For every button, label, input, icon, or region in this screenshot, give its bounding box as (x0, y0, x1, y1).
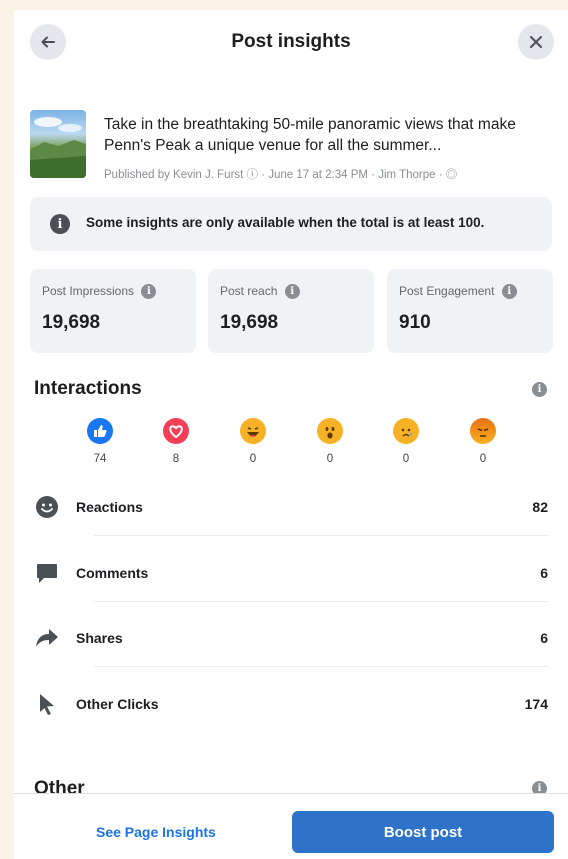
reaction-love: 8 (161, 418, 191, 465)
wow-icon (317, 418, 343, 444)
stat-post-impressions[interactable]: Post Impressions i 19,698 (30, 269, 196, 353)
see-page-insights-button[interactable]: See Page Insights (96, 824, 216, 840)
reaction-count: 0 (479, 453, 487, 465)
info-icon[interactable]: i (141, 284, 157, 300)
reaction-wow: 0 (315, 418, 345, 465)
post-preview[interactable]: Take in the breathtaking 50-mile panoram… (30, 110, 550, 186)
row-shares[interactable]: Shares 6 (34, 607, 548, 667)
love-icon (163, 418, 189, 444)
post-thumbnail (30, 110, 86, 178)
row-label: Comments (76, 565, 149, 581)
sad-icon (393, 418, 419, 444)
row-reactions[interactable]: Reactions 82 (34, 476, 548, 536)
row-comments[interactable]: Comments 6 (34, 542, 548, 602)
notice-text: Some insights are only available when th… (86, 215, 485, 230)
reaction-count: 0 (249, 453, 257, 465)
info-icon[interactable]: i (284, 284, 300, 300)
row-value: 174 (524, 696, 548, 712)
reaction-sad: 0 (391, 418, 421, 465)
post-meta: Published by Kevin J. Furst ⓘ · June 17 … (104, 169, 458, 181)
angry-icon (470, 418, 496, 444)
reaction-count: 0 (326, 453, 334, 465)
interactions-title: Interactions (34, 378, 142, 399)
stat-post-reach[interactable]: Post reach i 19,698 (208, 269, 374, 353)
info-icon[interactable]: i (532, 382, 547, 397)
row-label: Shares (76, 630, 123, 646)
row-other-clicks[interactable]: Other Clicks 174 (34, 673, 548, 733)
header: Post insights (14, 10, 568, 74)
post-insights-panel: Post insights Take in the breathtaking 5… (14, 10, 568, 859)
cursor-icon (34, 691, 60, 717)
info-icon: i (50, 214, 70, 234)
close-button[interactable] (518, 24, 554, 60)
stat-label: Post Engagement (399, 284, 495, 298)
stat-value: 19,698 (220, 312, 279, 333)
footer-bar: See Page Insights Boost post (14, 793, 568, 859)
stat-value: 910 (399, 312, 431, 333)
page-title: Post insights (231, 31, 351, 52)
reaction-count: 0 (402, 453, 410, 465)
reaction-angry: 0 (468, 418, 498, 465)
reaction-count: 74 (93, 453, 107, 465)
share-icon (34, 625, 60, 651)
reaction-count: 8 (172, 453, 180, 465)
divider (94, 666, 548, 667)
post-text: Take in the breathtaking 50-mile panoram… (104, 116, 516, 154)
close-icon (530, 36, 542, 48)
row-value: 82 (532, 499, 548, 515)
stat-value: 19,698 (42, 312, 101, 333)
row-value: 6 (540, 565, 548, 581)
row-label: Reactions (76, 499, 143, 515)
stat-post-engagement[interactable]: Post Engagement i 910 (387, 269, 553, 353)
row-value: 6 (540, 630, 548, 646)
like-icon (87, 418, 113, 444)
stat-label: Post reach (220, 284, 278, 298)
reaction-haha: 0 (238, 418, 268, 465)
smiley-icon (34, 494, 60, 520)
divider (94, 601, 548, 602)
info-icon[interactable]: i (501, 284, 517, 300)
haha-icon (240, 418, 266, 444)
row-label: Other Clicks (76, 696, 159, 712)
stat-label: Post Impressions (42, 284, 135, 298)
comment-icon (34, 560, 60, 586)
boost-post-button[interactable]: Boost post (292, 811, 554, 853)
divider (94, 535, 548, 536)
reaction-like: 74 (85, 418, 115, 465)
insights-notice: i Some insights are only available when … (30, 197, 552, 251)
